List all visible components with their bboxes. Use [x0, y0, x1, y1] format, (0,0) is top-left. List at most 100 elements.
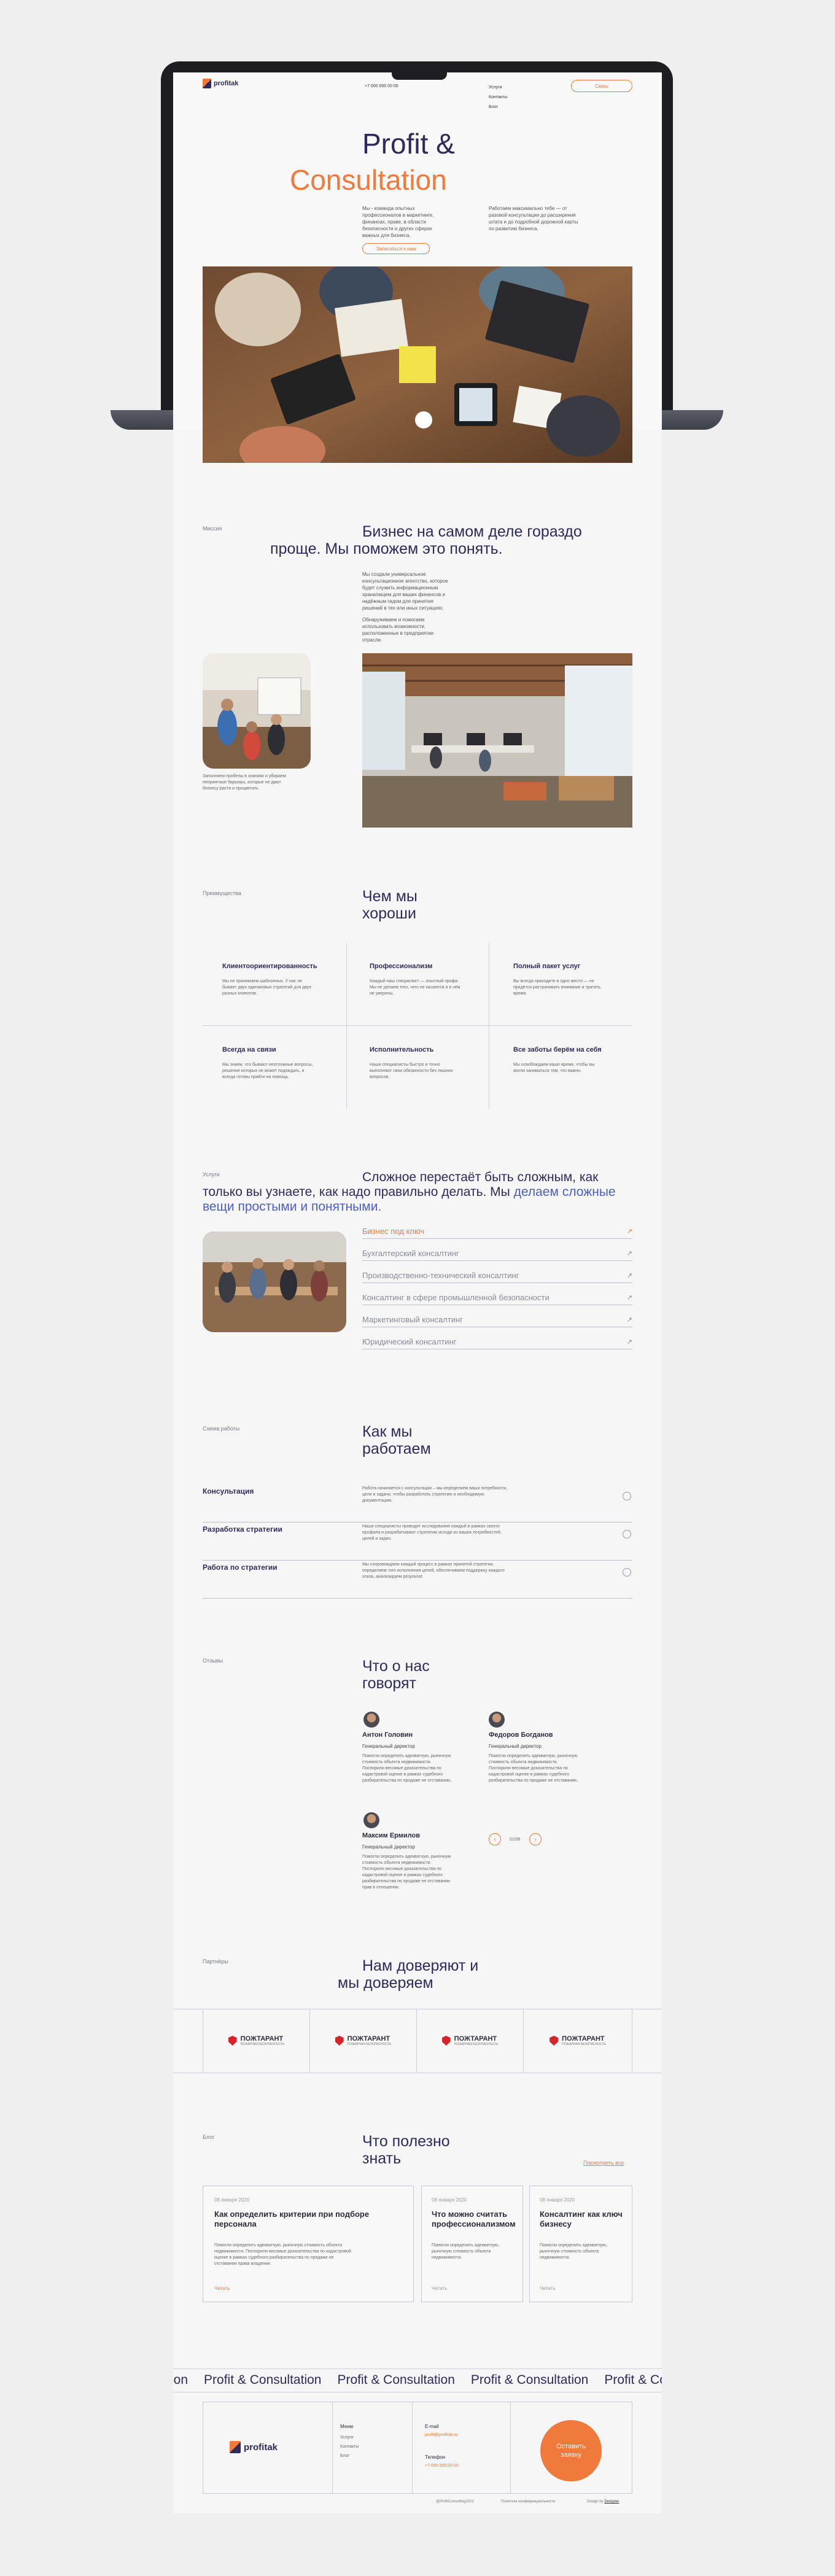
footer-menu-item[interactable]: Услуги — [340, 2435, 359, 2441]
expand-circle-icon[interactable] — [623, 1530, 631, 1538]
card-title: Консалтинг как ключ бизнесу — [540, 2209, 623, 2229]
services-photo — [203, 1232, 346, 1332]
service-item-safety[interactable]: Консалтинг в сфере промышленной безопасн… — [362, 1290, 632, 1305]
nav-item-blog[interactable]: Блог — [489, 104, 507, 111]
mission-label: Миссия — [203, 526, 222, 532]
service-item-legal[interactable]: Юридический консалтинг ↗ — [362, 1335, 632, 1349]
footer-menu-item[interactable]: Контакты — [340, 2444, 359, 2450]
hero-signup-button[interactable]: Записаться к нам — [362, 243, 430, 254]
footer-policy-link[interactable]: Политика конфиденциальности — [501, 2499, 556, 2505]
service-label: Маркетинговый консалтинг — [362, 1315, 463, 1324]
partner-logo: ПОЖТАРАНТ ПОЖАРНАЯ БЕЗОПАСНОСТЬ — [523, 2009, 632, 2073]
hero-title-line2: Consultation — [290, 164, 447, 196]
footer-menu-item[interactable]: Блог — [340, 2453, 359, 2459]
process-label: Схема работы — [203, 1426, 240, 1432]
service-item-marketing[interactable]: Маркетинговый консалтинг ↗ — [362, 1313, 632, 1327]
design-link[interactable]: Designer — [604, 2500, 619, 2504]
header-phone[interactable]: +7 000 000 00 00 — [365, 83, 398, 90]
mission-photo-large — [362, 653, 632, 828]
card-date: 08 января 2020 — [432, 2197, 467, 2203]
shield-icon — [228, 2036, 237, 2046]
hero-photo — [203, 266, 632, 463]
advantage-title: Исполнительность — [370, 1046, 434, 1053]
review-name: Максим Ермилов — [362, 1832, 420, 1839]
footer-cta-button[interactable]: Оставить заявку — [540, 2420, 602, 2481]
card-read-link[interactable]: Читать — [214, 2286, 230, 2291]
services-title-line2a: только вы узнаете, как надо правильно де… — [203, 1185, 510, 1199]
advantage-item: Профессионализм Каждый наш специалист — … — [370, 963, 480, 997]
hero-title-line1: Profit & — [362, 128, 455, 160]
footer-divider-v1 — [332, 2402, 333, 2493]
partner-sub: ПОЖАРНАЯ БЕЗОПАСНОСТЬ — [562, 2043, 606, 2046]
reviews-pager: 01/06 — [510, 1837, 521, 1842]
partner-logo: ПОЖТАРАНТ ПОЖАРНАЯ БЕЗОПАСНОСТЬ — [309, 2009, 416, 2073]
mission-title-line2: проще. Мы поможем это понять. — [270, 540, 503, 557]
service-item-business[interactable]: Бизнес под ключ ↗ — [362, 1224, 632, 1239]
partner-sub: ПОЖАРНАЯ БЕЗОПАСНОСТЬ — [454, 2043, 499, 2046]
expand-circle-icon[interactable] — [623, 1492, 631, 1500]
card-date: 08 января 2020 — [214, 2197, 250, 2203]
card-text: Помогли определить адекватную, рыночную … — [540, 2243, 607, 2260]
partner-sub: ПОЖАРНАЯ БЕЗОПАСНОСТЬ — [240, 2043, 285, 2046]
marquee-text: Profit & Consultation — [470, 2373, 589, 2387]
review-text: Помогли определить адекватную, рыночную … — [489, 1754, 579, 1783]
expand-circle-icon[interactable] — [623, 1568, 631, 1577]
review-text: Помогли определить адекватную, рыночную … — [362, 1754, 452, 1783]
service-label: Бухгалтерский консалтинг — [362, 1249, 459, 1258]
reviews-label: Отзывы — [203, 1658, 223, 1664]
reviews-title-line1: Что о нас — [362, 1658, 430, 1675]
header-cta-button[interactable]: Связь — [571, 80, 632, 92]
footer-email[interactable]: profit@profitak.ru — [425, 2432, 458, 2438]
header-logo[interactable]: profitak — [203, 79, 238, 88]
advantage-title: Всегда на связи — [222, 1046, 276, 1053]
footer-menu-title: Меню — [340, 2424, 354, 2429]
card-date: 08 января 2020 — [540, 2197, 575, 2203]
service-label: Юридический консалтинг — [362, 1337, 457, 1346]
step-text: Работа начинается с консультации – мы оп… — [362, 1486, 508, 1503]
card-read-link[interactable]: Читать — [432, 2286, 447, 2291]
advantage-title: Все заботы берём на себя — [513, 1046, 602, 1053]
logo-mark-icon — [203, 79, 211, 88]
marquee-text: Profit & Consultation — [204, 2373, 322, 2387]
card-read-link[interactable]: Читать — [540, 2286, 555, 2291]
process-step[interactable]: Разработка стратегии Наши специалисты пр… — [203, 1524, 632, 1561]
mission-para1: Мы создали универсальное консультационно… — [362, 572, 448, 611]
blog-card[interactable]: 08 января 2020 Что можно считать професс… — [421, 2186, 523, 2302]
prev-arrow-icon[interactable]: ‹ — [489, 1833, 501, 1845]
step-title: Работа по стратегии — [203, 1563, 278, 1572]
blog-all-link[interactable]: Посмотреть все — [583, 2160, 624, 2166]
shield-icon — [550, 2036, 559, 2046]
advantage-title: Профессионализм — [370, 963, 433, 970]
advantage-title: Клиентоориентированность — [222, 963, 317, 970]
marquee-strip: ion Profit & Consultation Profit & Consu… — [173, 2370, 662, 2391]
process-title-line2: работаем — [362, 1440, 431, 1457]
next-arrow-icon[interactable]: › — [529, 1833, 542, 1845]
footer-logo[interactable]: profitak — [230, 2441, 278, 2453]
review-text: Помогли определить адекватную, рыночную … — [362, 1855, 451, 1890]
advantage-item: Полный пакет услуг Вы всегда приходите в… — [513, 963, 624, 997]
process-step[interactable]: Консультация Работа начинается с консуль… — [203, 1486, 632, 1523]
avatar — [363, 1712, 379, 1728]
process-step[interactable]: Работа по стратегии Мы сопровождаем кажд… — [203, 1562, 632, 1599]
service-item-technical[interactable]: Производственно-технический консалтинг ↗ — [362, 1268, 632, 1283]
review-role: Генеральный директор — [489, 1744, 542, 1749]
blog-card[interactable]: 08 января 2020 Консалтинг как ключ бизне… — [529, 2186, 632, 2302]
advantage-text: Мы освобождаем ваше время, чтобы вы могл… — [513, 1063, 595, 1073]
service-item-accounting[interactable]: Бухгалтерский консалтинг ↗ — [362, 1246, 632, 1261]
review-role: Генеральный директор — [362, 1844, 415, 1850]
reviews-title-line2: говорят — [362, 1675, 416, 1692]
footer-phone[interactable]: +7 000 000 00 00 — [425, 2463, 459, 2469]
service-label: Производственно-технический консалтинг — [362, 1271, 519, 1280]
advantages-label: Преимущества — [203, 890, 241, 896]
arrow-up-right-icon: ↗ — [626, 1272, 632, 1279]
advantage-text: Каждый наш специалист — опытный профи. М… — [370, 979, 460, 996]
logo-mark-icon — [230, 2441, 241, 2453]
card-title: Что можно считать профессионализмом — [432, 2209, 516, 2229]
advantages-title-line1: Чем мы — [362, 888, 418, 905]
nav-item-services[interactable]: Услуги — [489, 85, 507, 91]
review-role: Генеральный директор — [362, 1744, 415, 1749]
marquee-divider-top — [173, 2368, 662, 2369]
blog-card[interactable]: 08 января 2020 Как определить критерии п… — [203, 2186, 414, 2302]
nav-item-contacts[interactable]: Контакты — [489, 95, 507, 101]
laptop-notch — [392, 69, 447, 80]
